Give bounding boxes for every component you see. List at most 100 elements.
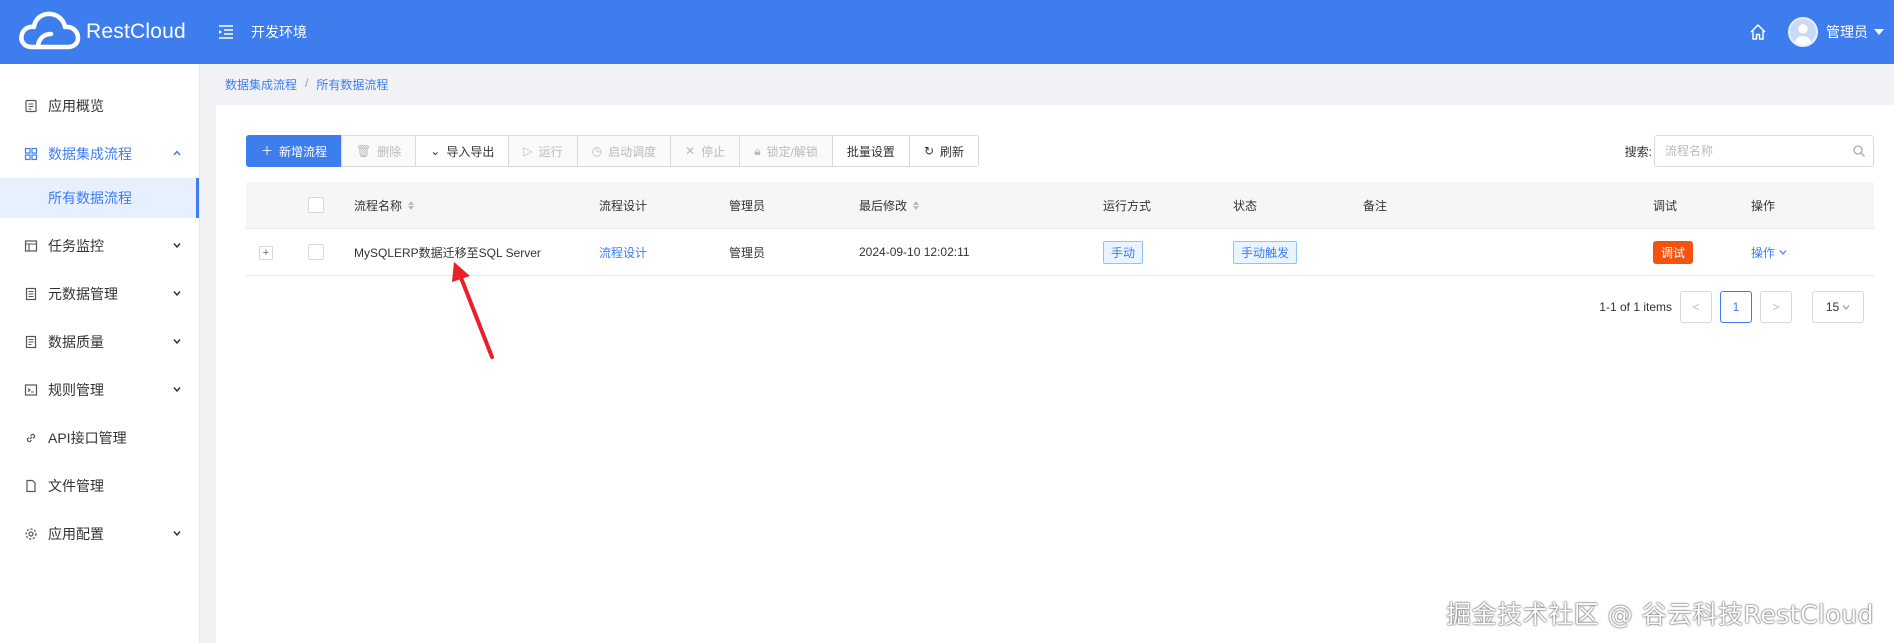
user-area: 管理员 bbox=[1748, 0, 1894, 64]
environment-label[interactable]: 开发环境 bbox=[251, 22, 307, 42]
breadcrumb-separator: / bbox=[305, 76, 309, 90]
chevron-down-icon: ⌄ bbox=[430, 144, 441, 158]
lock-unlock-label: 锁定/解锁 bbox=[766, 144, 818, 159]
terminal-icon bbox=[24, 383, 38, 397]
lock-unlock-button[interactable]: 🔒︎ 锁定/解锁 bbox=[739, 135, 833, 167]
toolbar: ＋ 新增流程 🗑 删除 ⌄ 导入导出 ▷ 运行 ◷ 启动调度 ✕ 停止 🔒︎ 锁… bbox=[246, 135, 980, 167]
sidebar-item-task-monitor[interactable]: 任务监控 bbox=[0, 222, 199, 270]
run-label: 运行 bbox=[538, 144, 563, 159]
delete-button[interactable]: 🗑 删除 bbox=[341, 135, 417, 167]
breadcrumb-parent[interactable]: 数据集成流程 bbox=[225, 76, 297, 93]
chevron-down-icon bbox=[173, 339, 181, 345]
chevron-down-icon bbox=[173, 243, 181, 249]
search-input[interactable] bbox=[1654, 135, 1874, 167]
column-header-modified[interactable]: 最后修改 bbox=[859, 197, 920, 214]
sidebar-item-overview[interactable]: 应用概览 bbox=[0, 82, 199, 130]
document-icon bbox=[24, 99, 38, 113]
page-size-select[interactable]: 15 bbox=[1812, 291, 1864, 323]
stop-button[interactable]: ✕ 停止 bbox=[670, 135, 741, 167]
sidebar-item-label: API接口管理 bbox=[48, 430, 127, 446]
search-icon[interactable] bbox=[1852, 144, 1866, 158]
refresh-label: 刷新 bbox=[940, 144, 965, 159]
sidebar-item-label: 任务监控 bbox=[48, 238, 104, 254]
menu-fold-icon[interactable] bbox=[217, 23, 235, 41]
logo[interactable]: RestCloud bbox=[0, 9, 200, 55]
sidebar-subitem-all-flows[interactable]: 所有数据流程 bbox=[0, 178, 199, 218]
add-flow-button[interactable]: ＋ 新增流程 bbox=[246, 135, 343, 167]
debug-button[interactable]: 调试 bbox=[1653, 240, 1694, 264]
breadcrumb-current[interactable]: 所有数据流程 bbox=[316, 76, 388, 93]
batch-settings-label: 批量设置 bbox=[846, 144, 895, 159]
select-all-checkbox[interactable] bbox=[308, 197, 324, 213]
column-header-note: 备注 bbox=[1363, 198, 1388, 213]
sidebar-item-label: 数据集成流程 bbox=[48, 146, 132, 162]
chevron-up-icon bbox=[173, 150, 181, 156]
column-header-design: 流程设计 bbox=[599, 198, 648, 213]
sidebar-subitem-label: 所有数据流程 bbox=[48, 190, 132, 206]
flow-admin: 管理员 bbox=[729, 245, 766, 260]
column-header-label: 最后修改 bbox=[859, 198, 908, 213]
sort-icon[interactable] bbox=[913, 200, 920, 210]
table-header: 流程名称 流程设计 管理员 最后修改 运行方式 状态 备注 调试 操作 bbox=[246, 182, 1874, 229]
stop-label: 停止 bbox=[701, 144, 726, 159]
close-icon: ✕ bbox=[685, 144, 696, 158]
row-checkbox[interactable] bbox=[308, 244, 324, 260]
import-export-label: 导入导出 bbox=[446, 144, 495, 159]
start-schedule-button[interactable]: ◷ 启动调度 bbox=[576, 135, 672, 167]
cloud-logo-icon bbox=[19, 11, 81, 50]
flow-name: MySQLERP数据迁移至SQL Server bbox=[354, 245, 541, 260]
monitor-icon bbox=[24, 239, 38, 253]
search-area: 搜索: bbox=[1625, 135, 1874, 167]
sidebar-item-data-quality[interactable]: 数据质量 bbox=[0, 318, 199, 366]
sidebar-item-metadata[interactable]: 元数据管理 bbox=[0, 270, 199, 318]
add-flow-label: 新增流程 bbox=[279, 144, 328, 159]
top-bar: RestCloud 开发环境 管理员 bbox=[0, 0, 1894, 64]
chevron-down-icon bbox=[173, 291, 181, 297]
expand-row-icon[interactable]: + bbox=[259, 246, 273, 260]
page-button-current[interactable]: 1 bbox=[1720, 291, 1752, 323]
column-header-label: 流程名称 bbox=[354, 198, 403, 213]
database-icon bbox=[24, 287, 38, 301]
home-icon[interactable] bbox=[1748, 22, 1768, 42]
chevron-down-icon bbox=[173, 387, 181, 393]
sidebar-item-rules[interactable]: 规则管理 bbox=[0, 366, 199, 414]
start-schedule-label: 启动调度 bbox=[608, 144, 657, 159]
chevron-down-icon bbox=[1842, 305, 1850, 310]
annotation-arrow-icon bbox=[452, 262, 494, 359]
grid-icon bbox=[24, 147, 38, 161]
sidebar-item-integration[interactable]: 数据集成流程 bbox=[0, 130, 199, 178]
trash-icon: 🗑 bbox=[356, 144, 372, 158]
import-export-button[interactable]: ⌄ 导入导出 bbox=[415, 135, 510, 167]
brand-name: RestCloud bbox=[86, 20, 186, 43]
play-icon: ▷ bbox=[523, 144, 533, 158]
refresh-icon: ↻ bbox=[923, 144, 934, 158]
sidebar-item-app-config[interactable]: 应用配置 bbox=[0, 510, 199, 558]
quality-icon bbox=[24, 335, 38, 349]
watermark: 掘金技术社区 @ 谷云科技RestCloud bbox=[1446, 600, 1874, 629]
sort-icon[interactable] bbox=[408, 200, 415, 210]
next-page-button[interactable]: > bbox=[1760, 291, 1792, 323]
action-label: 操作 bbox=[1751, 245, 1776, 260]
refresh-button[interactable]: ↻ 刷新 bbox=[908, 135, 980, 167]
prev-page-button[interactable]: < bbox=[1680, 291, 1712, 323]
avatar[interactable] bbox=[1788, 17, 1818, 47]
search-label: 搜索: bbox=[1624, 144, 1652, 159]
plus-icon: ＋ bbox=[261, 144, 274, 158]
batch-settings-button[interactable]: 批量设置 bbox=[831, 135, 910, 167]
main-panel: ＋ 新增流程 🗑 删除 ⌄ 导入导出 ▷ 运行 ◷ 启动调度 ✕ 停止 🔒︎ 锁… bbox=[216, 105, 1894, 643]
status-badge: 手动触发 bbox=[1233, 240, 1298, 264]
pagination: 1-1 of 1 items < 1 > 15 bbox=[1599, 291, 1864, 323]
user-name[interactable]: 管理员 bbox=[1826, 22, 1868, 42]
chevron-down-icon bbox=[173, 531, 181, 537]
column-header-status: 状态 bbox=[1233, 198, 1258, 213]
sidebar: 应用概览 数据集成流程 所有数据流程 任务监控 元数据管理 数据质量 规则管理 … bbox=[0, 64, 200, 643]
action-dropdown[interactable]: 操作 bbox=[1751, 244, 1787, 261]
column-header-name[interactable]: 流程名称 bbox=[354, 197, 415, 214]
sidebar-item-label: 元数据管理 bbox=[48, 286, 118, 302]
sidebar-item-label: 文件管理 bbox=[48, 478, 104, 494]
sidebar-item-files[interactable]: 文件管理 bbox=[0, 462, 199, 510]
caret-down-icon[interactable] bbox=[1874, 29, 1884, 35]
flow-design-link[interactable]: 流程设计 bbox=[599, 244, 647, 261]
sidebar-item-api[interactable]: API接口管理 bbox=[0, 414, 199, 462]
run-button[interactable]: ▷ 运行 bbox=[508, 135, 578, 167]
